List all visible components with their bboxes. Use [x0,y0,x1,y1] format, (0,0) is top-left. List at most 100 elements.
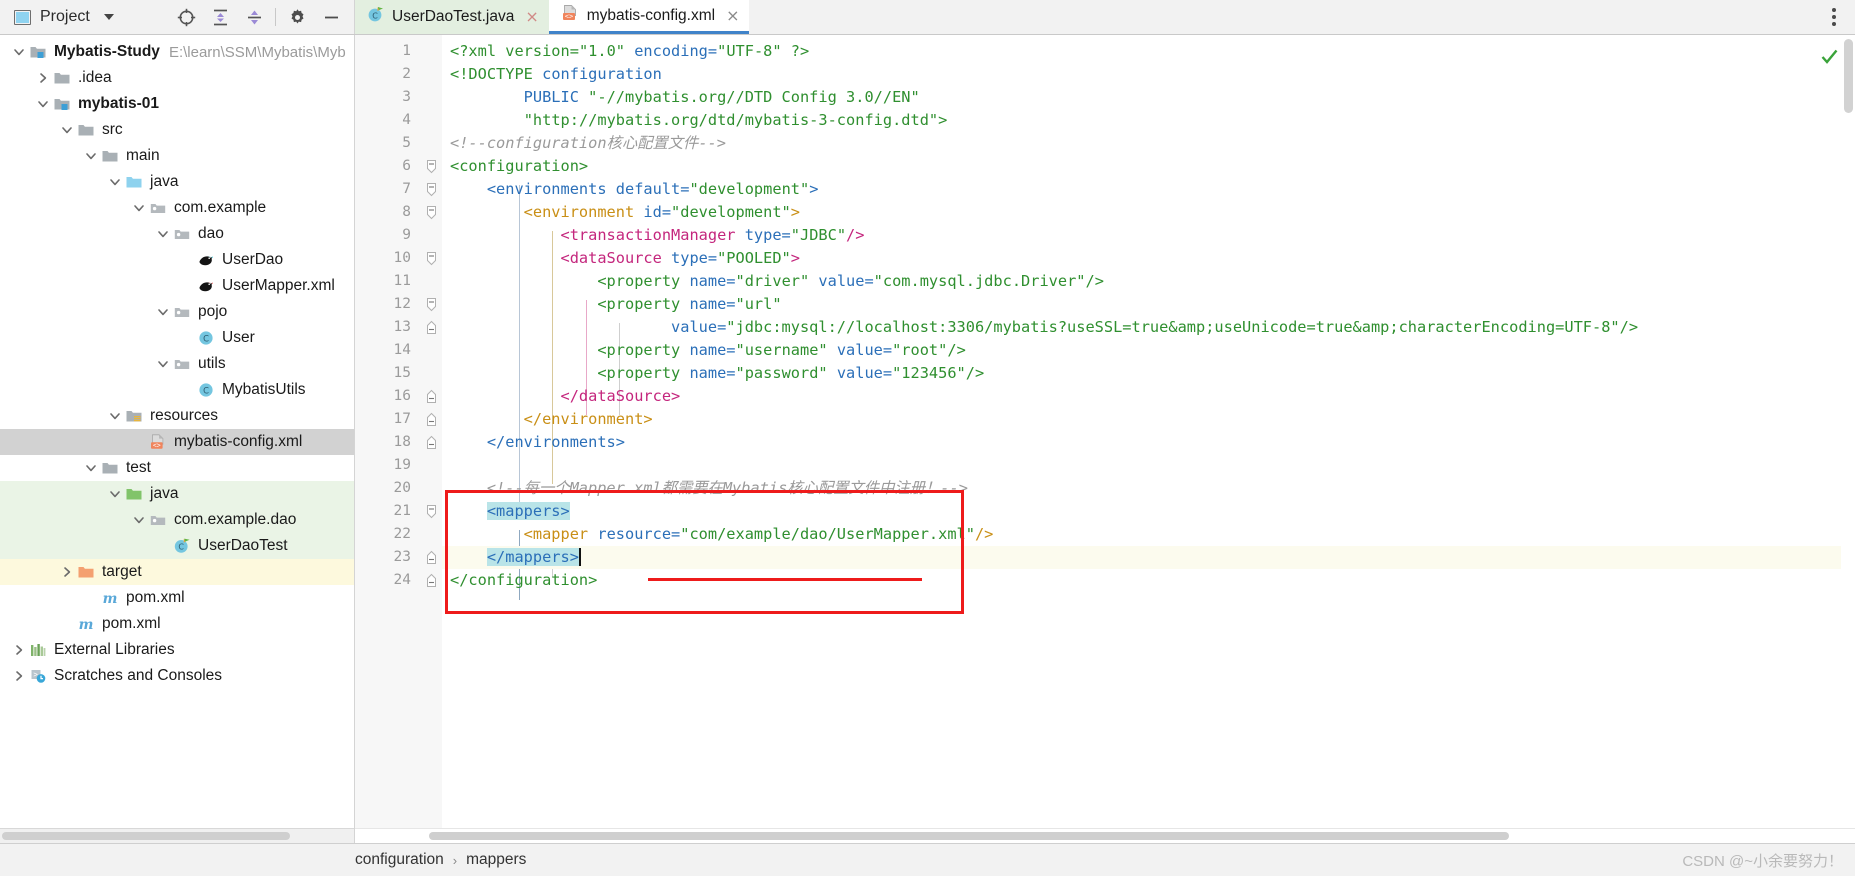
code-line[interactable]: <?xml version="1.0" encoding="UTF-8" ?> [442,40,1855,63]
tree-item-external-libraries[interactable]: External Libraries [0,637,354,663]
editor-vertical-scrollbar[interactable] [1841,35,1855,828]
close-icon[interactable]: × [726,7,739,24]
fold-start-icon[interactable] [420,500,442,523]
code-line[interactable]: <configuration> [442,155,1855,178]
chevron-down-icon[interactable] [106,488,124,500]
code-line[interactable]: </configuration> [442,569,1855,592]
editor-tab-userdaotest[interactable]: C UserDaoTest.java × [355,0,549,34]
fold-end-icon[interactable] [420,385,442,408]
tree-item-mybatis-01[interactable]: mybatis-01 [0,91,354,117]
fold-end-icon[interactable] [420,408,442,431]
code-folding-gutter[interactable] [420,35,442,828]
sidebar-horizontal-scrollbar[interactable] [0,828,354,843]
tree-item-pojo[interactable]: pojo [0,299,354,325]
tree-item-com-example[interactable]: com.example [0,195,354,221]
code-line[interactable]: PUBLIC "-//mybatis.org//DTD Config 3.0//… [442,86,1855,109]
chevron-right-icon[interactable] [58,566,76,578]
tree-item-userdao[interactable]: UserDao [0,247,354,273]
code-line[interactable]: <!DOCTYPE configuration [442,63,1855,86]
chevron-down-icon[interactable] [106,410,124,422]
code-line[interactable]: </dataSource> [442,385,1855,408]
tree-item-pom-xml[interactable]: m pom.xml [0,585,354,611]
code-line[interactable]: <transactionManager type="JDBC"/> [442,224,1855,247]
code-line[interactable]: <mappers> [442,500,1855,523]
fold-end-icon[interactable] [420,431,442,454]
fold-start-icon[interactable] [420,247,442,270]
tree-item-resources[interactable]: resources [0,403,354,429]
code-content[interactable]: <?xml version="1.0" encoding="UTF-8" ?> <… [442,35,1855,828]
fold-end-icon[interactable] [420,316,442,339]
code-line[interactable]: value="jdbc:mysql://localhost:3306/mybat… [442,316,1855,339]
tree-item-idea[interactable]: .idea [0,65,354,91]
chevron-down-icon[interactable] [34,98,52,110]
code-editor[interactable]: 1 2 3 4 5 6 7 8 9 10 11 12 13 14 15 16 17 18 19 20 21 22 23 24 … [355,35,1855,828]
tree-item-com-example-dao[interactable]: com.example.dao [0,507,354,533]
chevron-down-icon[interactable] [154,306,172,318]
tree-item-utils[interactable]: utils [0,351,354,377]
code-line[interactable]: <environments default="development"> [442,178,1855,201]
code-line[interactable]: <environment id="development"> [442,201,1855,224]
fold-start-icon[interactable] [420,178,442,201]
breadcrumb-item-configuration[interactable]: configuration [355,851,444,869]
tree-item-userdaotest[interactable]: C UserDaoTest [0,533,354,559]
code-line[interactable]: <mapper resource="com/example/dao/UserMa… [442,523,1855,546]
tree-item-pom-xml[interactable]: m pom.xml [0,611,354,637]
tree-item-target[interactable]: target [0,559,354,585]
chevron-down-icon[interactable] [154,358,172,370]
fold-start-icon[interactable] [420,155,442,178]
chevron-right-icon[interactable] [10,670,28,682]
chevron-down-icon[interactable] [10,46,28,58]
tree-item-dao[interactable]: dao [0,221,354,247]
editor-tab-mybatis-config[interactable]: <> mybatis-config.xml × [548,0,750,34]
code-line[interactable]: <property name="url" [442,293,1855,316]
tree-item-usermapper-xml[interactable]: UserMapper.xml [0,273,354,299]
chevron-down-icon[interactable] [82,462,100,474]
fold-end-icon[interactable] [420,569,442,592]
code-line[interactable]: <property name="password" value="123456"… [442,362,1855,385]
locate-icon[interactable] [169,0,203,34]
breadcrumb-item-mappers[interactable]: mappers [466,851,526,869]
code-line[interactable]: <!--configuration核心配置文件--> [442,132,1855,155]
close-icon[interactable]: × [525,9,538,25]
more-vertical-icon[interactable] [1821,0,1847,34]
expand-all-icon[interactable] [203,0,237,34]
code-line[interactable]: </mappers> [442,546,1855,569]
no-errors-check-icon[interactable] [1820,47,1839,70]
chevron-down-icon[interactable] [130,514,148,526]
fold-end-icon[interactable] [420,546,442,569]
code-line[interactable]: "http://mybatis.org/dtd/mybatis-3-config… [442,109,1855,132]
project-tree[interactable]: Mybatis-Study E:\learn\SSM\Mybatis\Myb .id… [0,35,354,828]
tree-item-mybatis-config-xml[interactable]: <> mybatis-config.xml [0,429,354,455]
chevron-down-icon[interactable] [154,228,172,240]
scrollbar-thumb[interactable] [1844,39,1853,113]
code-line[interactable]: <dataSource type="POOLED"> [442,247,1855,270]
tree-item-main[interactable]: main [0,143,354,169]
fold-start-icon[interactable] [420,293,442,316]
code-line[interactable]: </environments> [442,431,1855,454]
tree-item-test[interactable]: test [0,455,354,481]
chevron-down-icon[interactable] [82,150,100,162]
collapse-all-icon[interactable] [237,0,271,34]
minimize-icon[interactable] [314,0,348,34]
tree-item-java[interactable]: java [0,481,354,507]
code-line[interactable]: </environment> [442,408,1855,431]
code-line[interactable] [442,454,1855,477]
code-line[interactable]: <property name="username" value="root"/> [442,339,1855,362]
editor-horizontal-scrollbar[interactable] [355,828,1855,843]
tree-item-java[interactable]: java [0,169,354,195]
chevron-down-icon[interactable] [106,176,124,188]
gear-icon[interactable] [280,0,314,34]
chevron-down-icon[interactable] [58,124,76,136]
chevron-right-icon[interactable] [34,72,52,84]
tree-item-user[interactable]: C User [0,325,354,351]
code-line[interactable]: <property name="driver" value="com.mysql… [442,270,1855,293]
tree-item-scratches-and-consoles[interactable]: > Scratches and Consoles [0,663,354,689]
chevron-down-icon[interactable] [103,14,114,20]
chevron-right-icon[interactable] [10,644,28,656]
tree-item-mybatisutils[interactable]: C MybatisUtils [0,377,354,403]
fold-start-icon[interactable] [420,201,442,224]
tree-item-mybatis-study[interactable]: Mybatis-Study E:\learn\SSM\Mybatis\Myb [0,39,354,65]
chevron-down-icon[interactable] [130,202,148,214]
tree-item-src[interactable]: src [0,117,354,143]
code-line[interactable]: <!--每一个Mapper.xml都需要在Mybatis核心配置文件中注册！--… [442,477,1855,500]
